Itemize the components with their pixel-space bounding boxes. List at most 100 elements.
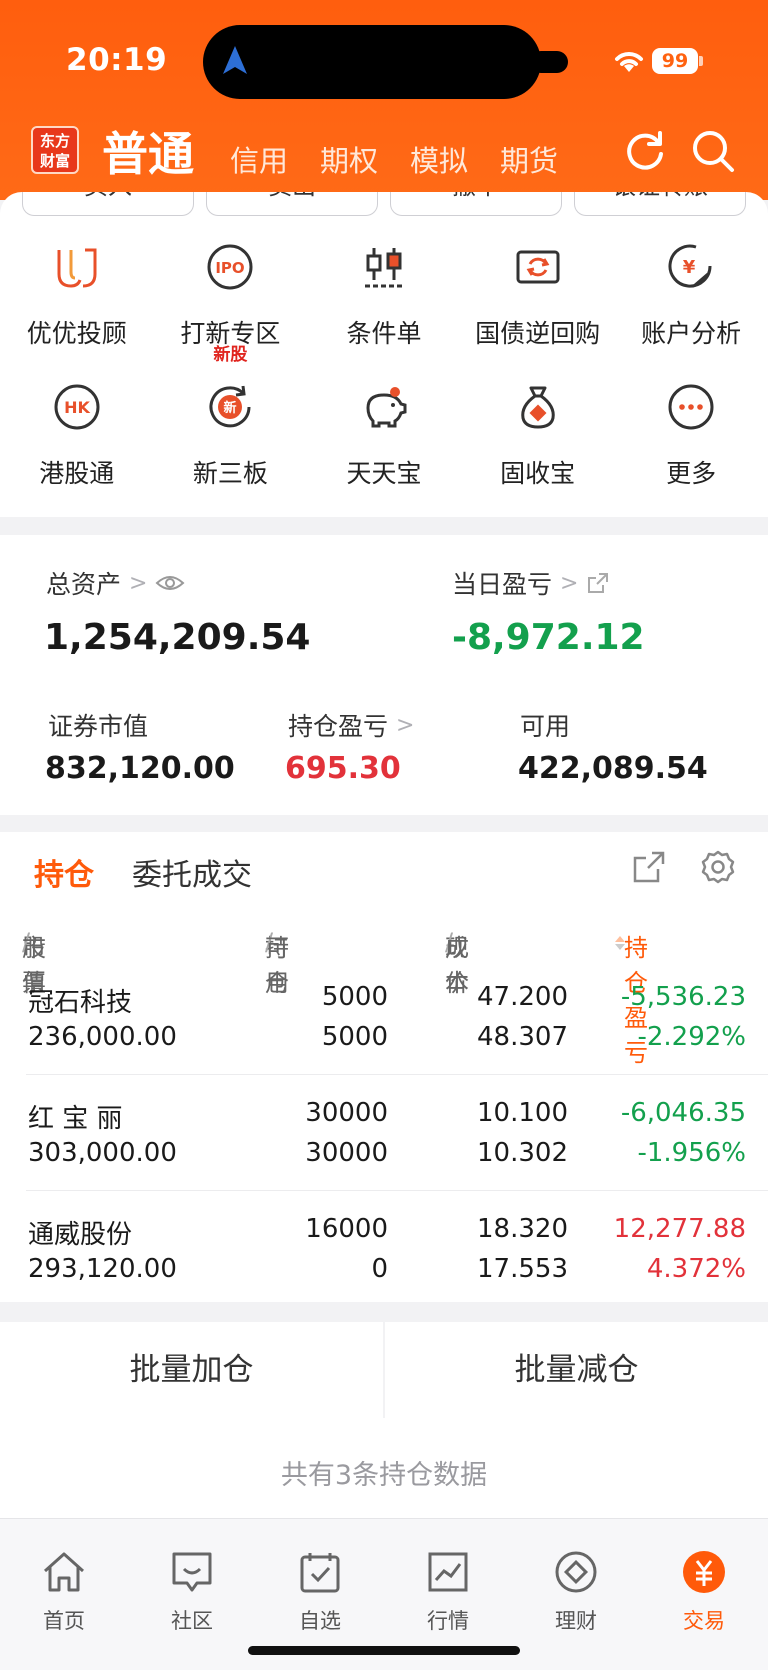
stock-price: 47.200 (477, 982, 568, 1012)
grid-label: 账户分析 (641, 319, 742, 348)
tab-positions[interactable]: 持仓 (34, 850, 94, 894)
grid-item-more[interactable]: 更多 (614, 382, 768, 517)
trade-functions-card: 买入 卖出 撤单 银证转账 优优投顾 IPO 打新专区 新股 (0, 192, 768, 517)
home-icon (43, 1552, 85, 1592)
yuan-chart-icon: ¥ (668, 244, 712, 288)
stock-position: 5000 (321, 982, 388, 1012)
stock-cost: 10.302 (477, 1138, 568, 1168)
batch-reduce-button[interactable]: 批量减仓 (385, 1322, 768, 1418)
bank-transfer-button[interactable]: 银证转账 (574, 192, 746, 216)
stock-name: 红 宝 丽 (28, 1104, 123, 1134)
refresh-icon[interactable] (622, 128, 668, 174)
stock-available: 30000 (305, 1138, 388, 1168)
tab-normal-account[interactable]: 普通 (102, 118, 194, 184)
total-assets-value: 1,254,209.54 (44, 617, 311, 658)
ipo-icon: IPO (207, 244, 253, 290)
row-divider (26, 1190, 768, 1191)
new-board-icon: 新 (209, 385, 251, 428)
dynamic-island (203, 25, 541, 99)
stock-market-value: 303,000.00 (28, 1138, 177, 1168)
market-value: 832,120.00 (45, 751, 235, 786)
stock-pl-pct: 4.372% (646, 1254, 746, 1284)
svg-text:¥: ¥ (683, 257, 696, 278)
tab-orders-trades[interactable]: 委托成交 (132, 850, 252, 894)
stock-position: 30000 (305, 1098, 388, 1128)
stock-position: 16000 (305, 1214, 388, 1244)
stock-cost: 17.553 (477, 1254, 568, 1284)
money-bag-icon (520, 386, 555, 429)
stock-pl-pct: -1.956% (637, 1138, 746, 1168)
stock-pl: -5,536.23 (620, 982, 746, 1012)
more-icon (668, 384, 714, 430)
grid-item-uu-advisor[interactable]: 优优投顾 (0, 242, 154, 382)
search-icon[interactable] (690, 128, 736, 174)
position-pl-label: 持仓盈亏 (288, 712, 389, 741)
table-row[interactable]: 红 宝 丽 303,000.00 30000 30000 10.100 10.3… (0, 1098, 768, 1214)
position-pl-label-row[interactable]: 持仓盈亏 > (288, 707, 414, 743)
cancel-order-button[interactable]: 撤单 (390, 192, 562, 216)
row-divider (26, 1074, 768, 1075)
eye-icon[interactable] (155, 573, 185, 593)
tab-simulated[interactable]: 模拟 (410, 138, 500, 180)
status-time: 20:19 (66, 42, 168, 78)
daily-pl-label-row[interactable]: 当日盈亏 > (452, 565, 610, 601)
watchlist-icon (300, 1553, 340, 1593)
nav-wealth[interactable]: 理财 (512, 1519, 640, 1670)
grid-label: 固收宝 (500, 459, 576, 488)
uu-advisor-icon (57, 248, 97, 288)
quick-actions: 买入 卖出 撤单 银证转账 (22, 192, 746, 218)
market-icon (428, 1552, 468, 1592)
grid-label: 国债逆回购 (475, 319, 601, 348)
holdings-table-header: 股票 / 市值 持仓 / 可用 现价 / 成本 持仓盈亏 (22, 928, 648, 1067)
batch-actions: 批量加仓 批量减仓 (0, 1322, 768, 1418)
available-label-text: 可用 (520, 712, 571, 741)
tab-options[interactable]: 期权 (320, 138, 410, 180)
trade-icon (683, 1551, 725, 1593)
available-label: 可用 (520, 707, 570, 743)
repo-icon (516, 250, 560, 284)
grid-item-ipo[interactable]: IPO 打新专区 新股 (154, 242, 308, 382)
daily-pl-value: -8,972.12 (452, 617, 645, 658)
batch-add-button[interactable]: 批量加仓 (0, 1322, 383, 1418)
logo-text: 东方财富 (39, 132, 70, 170)
grid-item-tiantianbao[interactable]: 天天宝 (307, 382, 461, 517)
col-pl[interactable]: 持仓盈亏 (615, 928, 648, 1067)
wifi-icon (615, 52, 643, 72)
nav-trade[interactable]: 交易 (640, 1519, 768, 1670)
grid-label: 优优投顾 (26, 319, 127, 348)
tab-credit[interactable]: 信用 (230, 138, 320, 180)
grid-item-account-analysis[interactable]: ¥ 账户分析 (614, 242, 768, 382)
external-link-icon[interactable] (586, 571, 610, 595)
stock-pl: 12,277.88 (613, 1214, 746, 1244)
app-logo: 东方财富 (31, 126, 79, 174)
grid-item-reverse-repo[interactable]: 国债逆回购 (461, 242, 615, 382)
stock-name: 通威股份 (28, 1220, 133, 1250)
tab-futures[interactable]: 期货 (500, 138, 590, 180)
table-row[interactable]: 冠石科技 236,000.00 5000 5000 47.200 48.307 … (0, 982, 768, 1098)
nav-label: 社区 (171, 1609, 213, 1633)
home-indicator (248, 1646, 520, 1655)
stock-price: 10.100 (477, 1098, 568, 1128)
gear-icon[interactable] (700, 849, 736, 885)
grid-item-hk-connect[interactable]: HK 港股通 (0, 382, 154, 517)
svg-text:HK: HK (64, 398, 90, 417)
total-assets-label-row[interactable]: 总资产 > (46, 565, 185, 601)
nav-label: 交易 (683, 1609, 725, 1633)
table-row[interactable]: 通威股份 293,120.00 16000 0 18.320 17.553 12… (0, 1214, 768, 1330)
sell-button[interactable]: 卖出 (206, 192, 378, 216)
hk-icon: HK (54, 384, 100, 430)
nav-community[interactable]: 社区 (128, 1519, 256, 1670)
share-icon[interactable] (632, 850, 666, 884)
chevron-right-icon: > (129, 570, 148, 596)
status-bar: 20:19 99 (0, 0, 768, 118)
nav-home[interactable]: 首页 (0, 1519, 128, 1670)
grid-item-fixed-income[interactable]: 固收宝 (461, 382, 615, 517)
candlestick-icon (364, 248, 403, 288)
stock-available: 5000 (321, 1022, 388, 1052)
holdings-card: 持仓 委托成交 股票 / 市值 持仓 / 可用 现价 / 成本 持仓盈亏 冠石科技 236,… (0, 832, 768, 1302)
navigation-arrow-icon (223, 46, 247, 74)
grid-item-conditional-order[interactable]: 条件单 (307, 242, 461, 382)
grid-item-neeq[interactable]: 新 新三板 (154, 382, 308, 517)
buy-button[interactable]: 买入 (22, 192, 194, 216)
nav-label: 行情 (427, 1609, 469, 1633)
